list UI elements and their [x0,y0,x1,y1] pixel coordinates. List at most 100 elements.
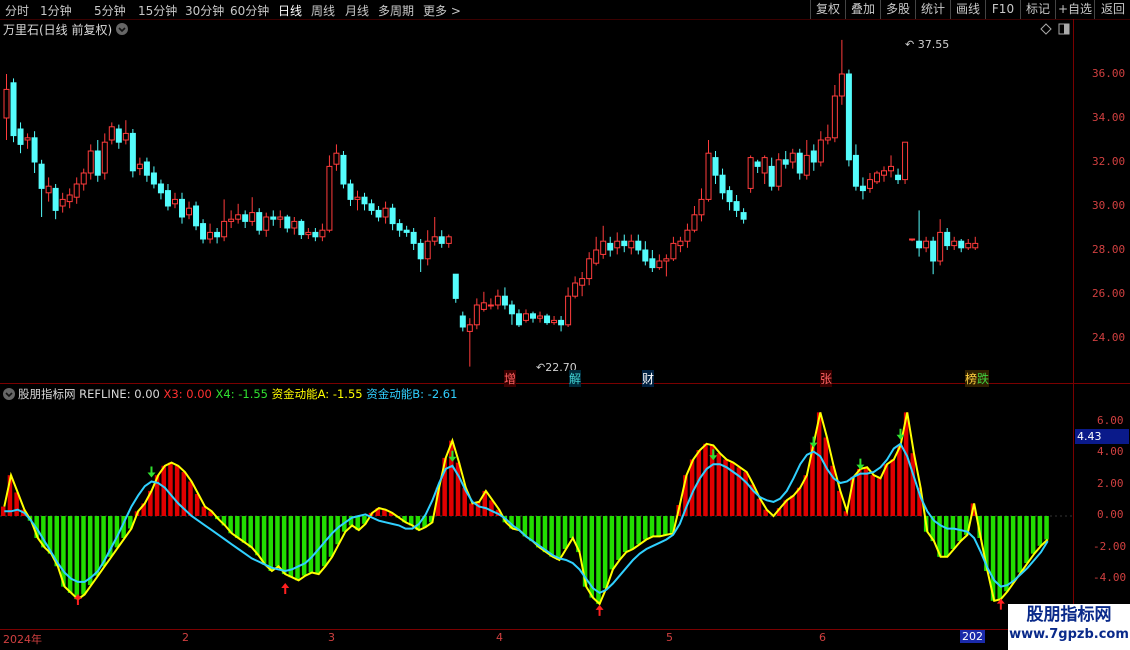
candle-body [186,207,193,216]
candle-body [473,304,480,326]
candle-body [221,220,228,238]
candle-body [621,240,628,247]
histogram-bar [87,516,93,586]
histogram-bar [288,516,294,578]
candle-body [551,319,558,324]
candle-body [972,242,979,249]
candle-body [642,249,649,262]
histogram-bar [609,516,615,570]
candle-body [354,196,361,200]
histogram-bar [241,516,247,543]
candle-body [944,231,951,247]
histogram-bar [870,475,875,516]
candle-body [698,198,705,216]
candle-body [691,214,698,231]
histogram-bar [281,516,287,575]
candle-body [333,152,340,165]
candle-body [677,240,684,247]
candle-body [150,172,157,185]
candle-body [579,278,586,286]
candle-body [3,88,10,119]
candle-body [438,236,445,244]
histogram-bar [562,516,568,549]
histogram-bar [308,516,314,573]
candle-body [494,295,501,306]
histogram-bar [890,459,895,516]
histogram-bar [168,462,173,516]
candle-body [256,212,263,231]
candle-body [859,185,866,192]
candle-body [733,201,740,211]
axis-divider [1073,19,1074,650]
candle-body [108,126,115,141]
candle-body [487,304,494,307]
watermark-url: www.7gpzb.com [1009,627,1129,642]
candle-body [937,231,944,262]
candle-body [663,258,670,262]
candle-body [522,313,529,321]
histogram-bar [255,516,260,556]
candle-body [361,196,368,205]
histogram-bar [301,516,307,576]
candle-body [754,161,761,167]
candle-body [508,304,515,315]
candle-body [73,183,80,198]
candle-body [740,212,747,220]
candle-body [712,157,719,176]
histogram-bar [716,453,722,516]
histogram-bar [174,465,180,516]
histogram-bar [823,437,829,516]
histogram-bar [636,516,641,545]
histogram-bar [643,516,648,540]
candle-body [888,165,895,172]
candle-body [909,238,916,241]
candle-body [480,302,487,310]
candle-body [340,154,347,185]
candle-body [59,198,66,207]
candle-body [537,315,544,319]
candle-body [705,152,712,200]
candle-body [628,240,635,249]
osc-tick: 4.00 [1097,445,1124,458]
candle-body [445,236,452,244]
candle-body [852,154,859,187]
price-tick: 28.00 [1092,243,1126,256]
candle-body [179,198,185,218]
histogram-bar [897,445,902,516]
candle-body [916,240,923,249]
histogram-bar [549,516,554,557]
watermark: 股朋指标网 www.7gpzb.com [1008,604,1130,650]
candle-body [965,242,972,249]
current-value-badge: 4.43 [1075,429,1129,444]
candle-body [326,165,333,231]
candle-body [143,161,150,176]
price-tick: 24.00 [1092,331,1126,344]
histogram-bar [943,516,949,557]
candle-body [122,132,129,141]
histogram-bar [629,516,635,549]
histogram-bar [569,516,574,538]
candle-body [831,95,838,139]
histogram-bar [235,516,240,538]
candle-body [396,223,403,231]
histogram-bar [877,478,882,516]
osc-tick: 0.00 [1097,508,1124,521]
buy-arrow-icon [595,604,604,616]
candle-body [789,152,796,163]
candle-body [263,216,270,231]
candle-body [319,229,326,238]
histogram-bar [469,503,474,516]
candle-body [291,220,298,229]
back-button[interactable]: 返回 [1094,0,1130,19]
histogram-bar [248,516,253,548]
candle-body [207,231,214,240]
osc-tick: -2.00 [1093,540,1127,553]
candle-body [902,141,909,181]
candle-body [80,172,87,185]
candle-body [951,240,958,247]
price-tick: 26.00 [1092,287,1126,300]
histogram-bar [542,516,548,553]
candle-body [515,313,522,326]
kline-chart[interactable] [0,0,1073,650]
candle-body [586,258,593,280]
